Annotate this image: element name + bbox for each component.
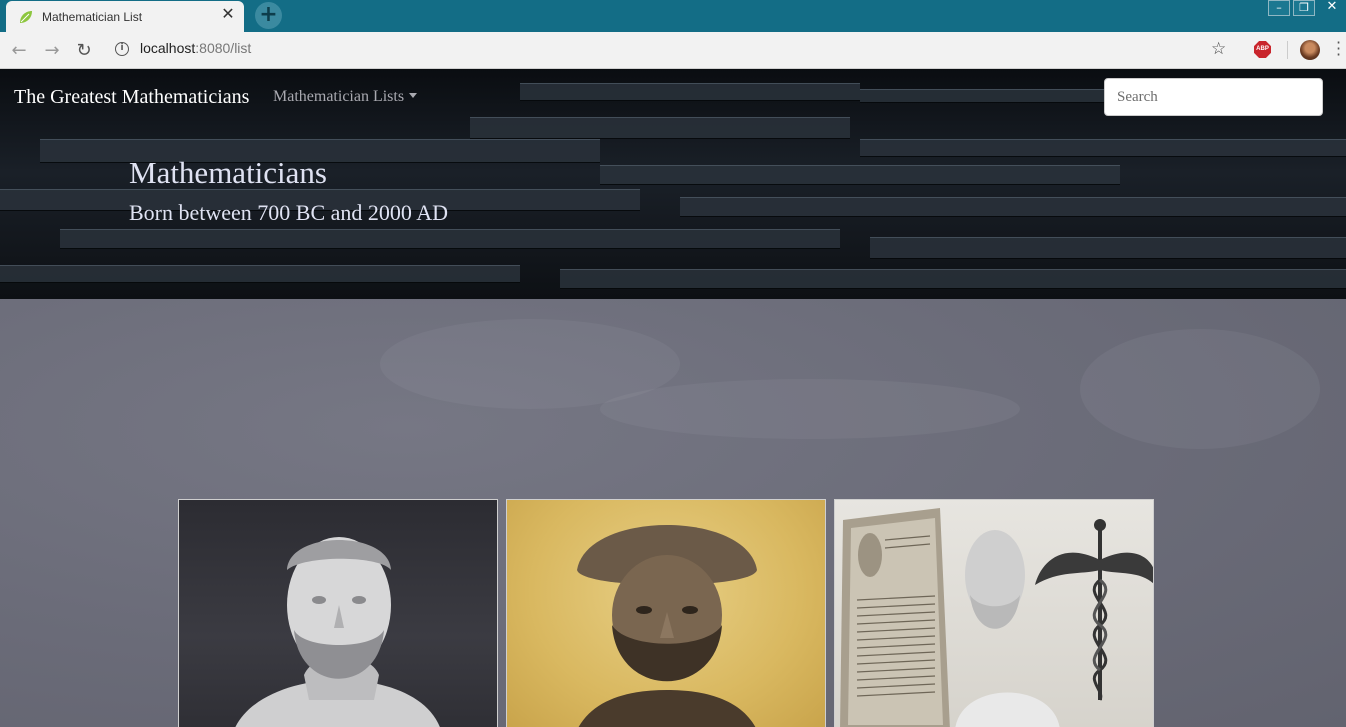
mathematician-card[interactable] [834,499,1154,727]
tab-title: Mathematician List [42,9,143,24]
browser-menu-icon[interactable]: · · · [1336,35,1341,63]
mathematician-card[interactable] [506,499,826,727]
stone-texture [470,117,850,139]
forward-arrow-icon[interactable]: → [42,41,62,61]
browser-titlebar: Mathematician List ✕ + – ❐ ✕ [0,0,1346,32]
window-close-icon[interactable]: ✕ [1318,0,1346,16]
site-info-icon[interactable]: i [115,42,129,56]
page-header: The Greatest Mathematicians Mathematicia… [0,69,1346,299]
new-tab-icon[interactable]: + [255,2,282,29]
leaf-icon [20,10,32,23]
browser-tab[interactable]: Mathematician List ✕ [6,1,244,32]
portrait-image [235,537,440,727]
stone-texture [520,83,860,101]
stone-texture [870,237,1346,259]
close-tab-icon[interactable]: ✕ [220,7,236,23]
page-title: Mathematicians [129,155,327,190]
reload-icon[interactable]: ↻ [74,41,94,61]
mathematician-card[interactable] [178,499,498,727]
stone-texture [560,269,1346,289]
stone-texture [0,265,520,283]
url-path: :8080/list [195,40,252,56]
search-input[interactable] [1104,78,1323,116]
stone-texture [600,165,1120,185]
mathematician-lists-dropdown[interactable]: Mathematician Lists [273,88,418,106]
profile-avatar[interactable] [1300,40,1320,60]
chalk-smudge [1080,329,1320,449]
url-host: localhost [140,40,196,56]
stone-texture [860,139,1346,157]
chalk-smudge [600,379,1020,439]
portrait-image [840,508,1153,727]
stone-texture [60,229,840,249]
dropdown-label: Mathematician Lists [273,88,405,105]
minimize-icon[interactable]: – [1268,0,1290,16]
stone-texture [680,197,1346,217]
bookmark-star-icon[interactable]: ☆ [1211,39,1226,59]
toolbar-divider [1287,41,1288,59]
content-area [0,299,1346,727]
portrait-image [577,525,757,727]
page-subtitle: Born between 700 BC and 2000 AD [129,200,448,225]
navbar-brand[interactable]: The Greatest Mathematicians [14,86,249,109]
adblock-extension-icon[interactable]: ABP [1254,41,1271,58]
url-field[interactable]: localhost:8080/list [140,40,251,56]
back-arrow-icon[interactable]: ← [9,41,29,61]
restore-icon[interactable]: ❐ [1293,0,1315,16]
adblock-label: ABP [1256,46,1269,52]
caret-down-icon [409,93,418,98]
